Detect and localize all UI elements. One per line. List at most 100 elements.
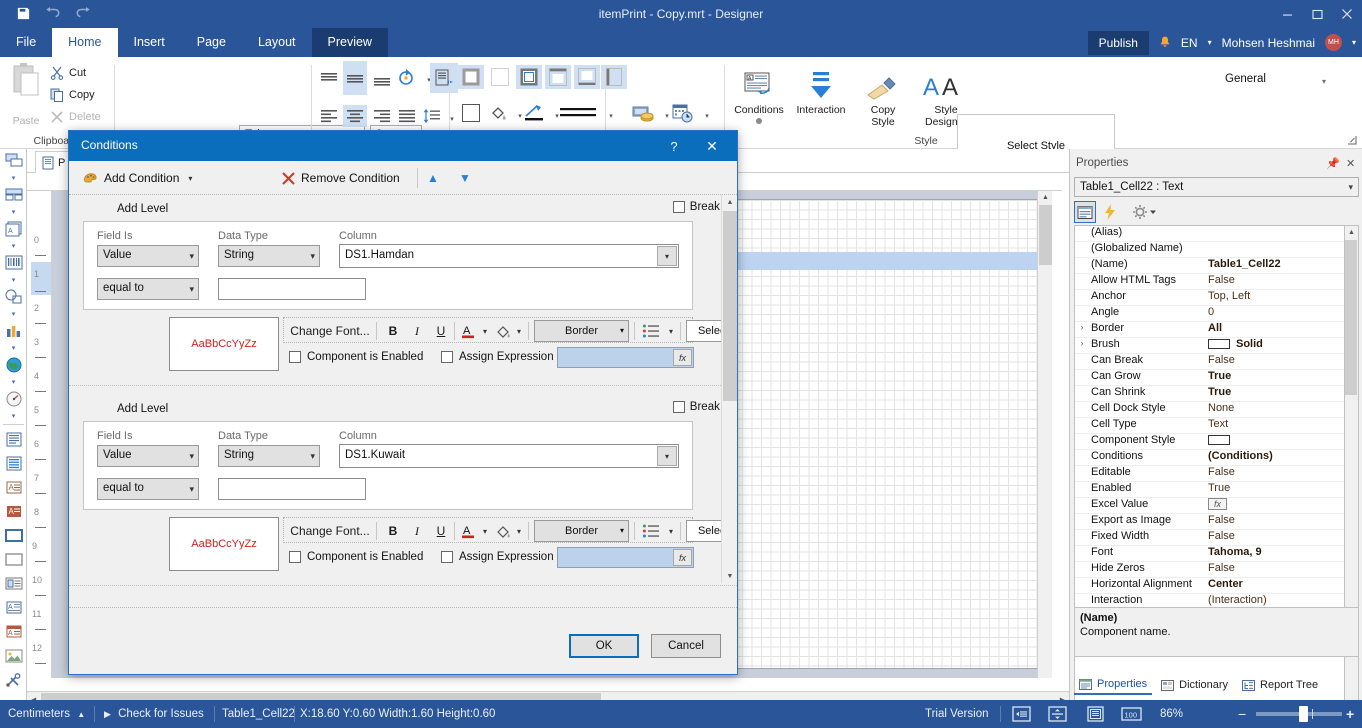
- property-row[interactable]: Excel Value fx: [1075, 498, 1344, 514]
- align-justify-button[interactable]: [395, 105, 419, 127]
- operator-select[interactable]: equal to ▾: [97, 278, 199, 300]
- property-value[interactable]: None: [1205, 402, 1344, 417]
- property-value[interactable]: Table1_Cell22: [1205, 258, 1344, 273]
- component-enabled-checkbox[interactable]: Component is Enabled: [289, 547, 423, 567]
- fx-button[interactable]: fx: [1208, 498, 1227, 510]
- user-name[interactable]: Mohsen Heshmai: [1222, 36, 1315, 50]
- chevron-down-icon[interactable]: ▾: [657, 246, 677, 266]
- property-row[interactable]: Component Style: [1075, 434, 1344, 450]
- barcode-icon[interactable]: [0, 251, 27, 275]
- property-row[interactable]: Angle 0: [1075, 306, 1344, 322]
- add-level-button[interactable]: Add Level: [103, 399, 183, 419]
- selected-object-combo[interactable]: Table1_Cell22 : Text ▾: [1074, 177, 1359, 197]
- property-row[interactable]: Export as Image False: [1075, 514, 1344, 530]
- list-icon[interactable]: [640, 321, 662, 341]
- font-color-button[interactable]: A: [460, 321, 478, 341]
- map-icon[interactable]: [0, 353, 27, 377]
- property-value[interactable]: True: [1205, 482, 1344, 497]
- chevron-down-icon[interactable]: ▾: [0, 275, 27, 285]
- component-enabled-checkbox[interactable]: Component is Enabled: [289, 347, 423, 367]
- settings-icon[interactable]: [1130, 202, 1160, 222]
- data-type-select[interactable]: String ▾: [218, 245, 320, 267]
- underline-button[interactable]: U: [432, 321, 450, 341]
- align-bottom-button[interactable]: [370, 71, 394, 93]
- font-color-button[interactable]: A: [460, 521, 478, 541]
- property-value[interactable]: True: [1205, 386, 1344, 401]
- scroll-up-icon[interactable]: ▲: [1347, 228, 1356, 237]
- currency-icon[interactable]: [630, 101, 656, 125]
- chevron-down-icon[interactable]: ▾: [310, 251, 315, 262]
- tab-layout[interactable]: Layout: [242, 28, 312, 57]
- crosstab-icon[interactable]: A: [0, 620, 27, 644]
- property-value[interactable]: [1205, 242, 1344, 257]
- border-button[interactable]: Border ▾: [534, 520, 629, 542]
- copy-style-button[interactable]: Copy Style: [854, 61, 912, 139]
- border-button[interactable]: Border ▾: [534, 320, 629, 342]
- chevron-down-icon[interactable]: ▾: [189, 251, 194, 262]
- add-level-button[interactable]: Add Level: [103, 199, 183, 219]
- chevron-down-icon[interactable]: ▾: [1208, 38, 1212, 47]
- align-left-button[interactable]: [317, 105, 341, 127]
- chevron-down-icon[interactable]: ▾: [0, 411, 27, 421]
- chevron-down-icon[interactable]: ▾: [1322, 77, 1326, 86]
- publish-button[interactable]: Publish: [1087, 30, 1149, 55]
- chart-icon[interactable]: [0, 319, 27, 343]
- scroll-thumb[interactable]: [723, 211, 737, 401]
- rect-filled-icon[interactable]: [0, 524, 27, 548]
- border-outside-button[interactable]: [516, 65, 542, 89]
- add-condition-button[interactable]: Add Condition ▾: [83, 167, 192, 189]
- remove-condition-button[interactable]: Remove Condition: [281, 167, 400, 189]
- expression-fx-button[interactable]: fx: [673, 349, 692, 366]
- zoom-slider[interactable]: [1256, 706, 1342, 722]
- chevron-down-icon[interactable]: ▾: [1352, 38, 1356, 47]
- property-row[interactable]: Allow HTML Tags False: [1075, 274, 1344, 290]
- align-top-button[interactable]: [317, 67, 341, 89]
- tab-page[interactable]: Page: [181, 28, 242, 57]
- scroll-up-icon[interactable]: ▲: [725, 197, 735, 207]
- property-value[interactable]: Top, Left: [1205, 290, 1344, 305]
- rect-icon[interactable]: [0, 548, 27, 572]
- property-value[interactable]: [1205, 226, 1344, 241]
- move-down-icon[interactable]: ▼: [455, 168, 475, 188]
- canvas-vertical-scrollbar[interactable]: ▲: [1037, 191, 1052, 678]
- bold-button[interactable]: B: [384, 521, 402, 541]
- property-value[interactable]: [1205, 434, 1344, 449]
- tab-preview[interactable]: Preview: [311, 28, 388, 57]
- tools-icon[interactable]: [0, 668, 27, 692]
- tab-file[interactable]: File: [0, 28, 52, 57]
- property-value[interactable]: True: [1205, 370, 1344, 385]
- property-row[interactable]: › Border All: [1075, 322, 1344, 338]
- chevron-down-icon[interactable]: ▾: [0, 377, 27, 387]
- chevron-down-icon[interactable]: ▾: [310, 451, 315, 462]
- property-row[interactable]: Anchor Top, Left: [1075, 290, 1344, 306]
- property-row[interactable]: Editable False: [1075, 466, 1344, 482]
- help-icon[interactable]: ?: [663, 136, 685, 156]
- chevron-down-icon[interactable]: ▾: [514, 521, 524, 541]
- chevron-down-icon[interactable]: ▾: [1348, 182, 1353, 193]
- property-row[interactable]: (Name) Table1_Cell22: [1075, 258, 1344, 274]
- style-dialog-launcher-icon[interactable]: [1347, 135, 1357, 145]
- text-lines-icon[interactable]: [0, 428, 27, 452]
- maximize-icon[interactable]: [1302, 0, 1332, 28]
- property-value[interactable]: False: [1205, 514, 1344, 529]
- zoom-out-button[interactable]: −: [1238, 700, 1246, 728]
- properties-icon[interactable]: [1074, 201, 1096, 223]
- single-page-icon[interactable]: [1010, 705, 1032, 723]
- property-row[interactable]: Cell Dock Style None: [1075, 402, 1344, 418]
- chevron-down-icon[interactable]: ▾: [480, 521, 490, 541]
- zoom-slider-thumb[interactable]: [1299, 706, 1308, 722]
- expression-fx-button[interactable]: fx: [673, 549, 692, 566]
- property-value[interactable]: (Conditions): [1205, 450, 1344, 465]
- operator-select[interactable]: equal to ▾: [97, 478, 199, 500]
- fill-bucket-icon[interactable]: [494, 321, 512, 341]
- property-value[interactable]: Solid: [1205, 338, 1344, 353]
- text-rotation-button[interactable]: [395, 66, 419, 88]
- property-row[interactable]: Enabled True: [1075, 482, 1344, 498]
- cut-button[interactable]: Cut: [50, 63, 86, 83]
- close-icon[interactable]: [1332, 0, 1362, 28]
- chevron-down-icon[interactable]: ▾: [0, 309, 27, 319]
- interaction-button[interactable]: Interaction: [792, 61, 850, 139]
- expression-input[interactable]: fx: [557, 347, 694, 368]
- property-row[interactable]: (Alias): [1075, 226, 1344, 242]
- chevron-down-icon[interactable]: ▾: [189, 484, 194, 495]
